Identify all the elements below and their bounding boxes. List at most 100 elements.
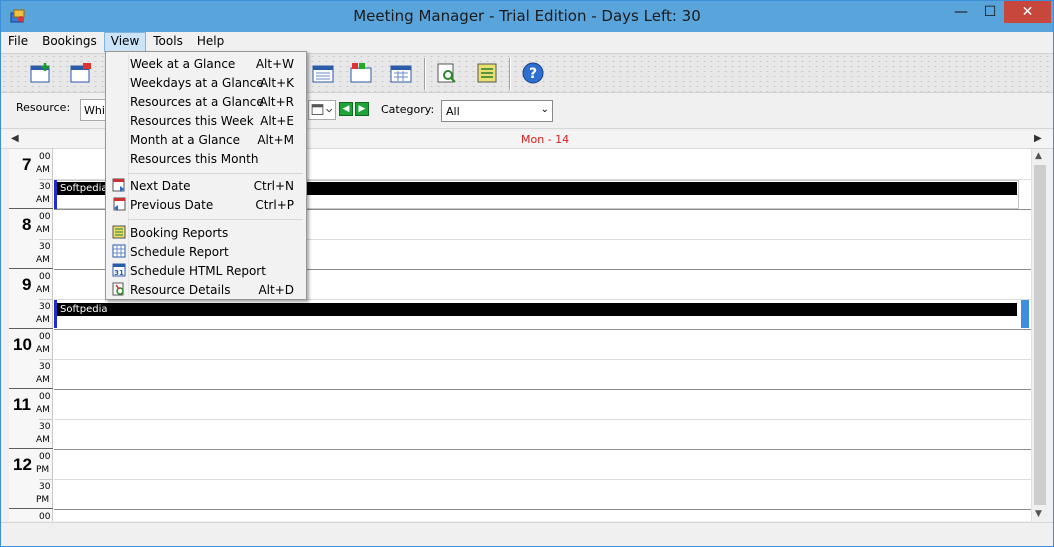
menu-item-resource-details[interactable]: Resource Details Alt+D: [108, 280, 304, 299]
maximize-button[interactable]: ☐: [976, 1, 1004, 23]
scroll-left-icon[interactable]: ◀: [11, 133, 19, 144]
hour-slot: 00: [9, 509, 53, 521]
menu-item-schedule-html-report[interactable]: 31 Schedule HTML Report: [108, 261, 304, 280]
scroll-up-icon[interactable]: ▲: [1035, 151, 1042, 161]
half-hour-minutes: 30: [39, 302, 51, 312]
new-booking-icon[interactable]: [29, 62, 53, 84]
toolbar-separator: [509, 58, 511, 90]
scrollbar-thumb[interactable]: [1034, 165, 1046, 505]
menu-item-week-at-a-glance[interactable]: Week at a Glance Alt+W: [108, 54, 304, 73]
hour-slot: 12 00 PM 30 PM: [9, 449, 53, 509]
half-hour-ampm: AM: [36, 435, 50, 445]
time-gutter: 7 00 AM 30 AM 8 00 AM 30 AM 9 00 AM 30 A…: [9, 149, 53, 521]
half-hour-ampm: AM: [36, 195, 50, 205]
menu-item-label: Resources at a Glance: [130, 95, 264, 109]
hour-ampm: AM: [36, 285, 50, 295]
minimize-button[interactable]: —: [947, 1, 975, 23]
menu-item-label: Weekdays at a Glance: [130, 76, 264, 90]
schedule-report-icon: [112, 244, 126, 258]
hour-slot: 8 00 AM 30 AM: [9, 209, 53, 269]
hour-line: [54, 329, 1031, 330]
half-hour-minutes: 30: [39, 182, 51, 192]
toolbar-separator: [424, 58, 426, 90]
scroll-down-icon[interactable]: ▼: [1035, 509, 1042, 519]
resources-view-icon[interactable]: [349, 62, 373, 84]
menu-item-next-date[interactable]: Next Date Ctrl+N: [108, 176, 304, 195]
menu-item-label: Next Date: [130, 179, 191, 193]
title-bar[interactable]: Meeting Manager - Trial Edition - Days L…: [1, 1, 1053, 32]
category-select[interactable]: All ⌄: [441, 100, 553, 122]
menu-item-resources-at-a-glance[interactable]: Resources at a Glance Alt+R: [108, 92, 304, 111]
menu-item-shortcut: Alt+E: [260, 114, 294, 128]
next-date-button[interactable]: ▶: [355, 102, 369, 116]
calendar-next-icon: [112, 178, 125, 192]
hour-ampm: AM: [36, 345, 50, 355]
menu-item-schedule-report[interactable]: Schedule Report: [108, 242, 304, 261]
hour-ampm: AM: [36, 405, 50, 415]
edit-booking-icon[interactable]: [69, 62, 93, 84]
hour-number: 9: [22, 275, 32, 294]
menu-help[interactable]: Help: [190, 32, 231, 52]
day-label: Mon - 14: [521, 133, 570, 146]
half-hour-ampm: AM: [36, 315, 50, 325]
booking-item[interactable]: Softpedia: [57, 303, 1017, 316]
resource-details-icon: [112, 282, 124, 296]
date-picker-icon[interactable]: [308, 100, 336, 120]
menu-bookings[interactable]: Bookings: [35, 32, 104, 52]
half-hour-divider: [39, 479, 53, 480]
menu-separator: [128, 173, 303, 174]
view-menu-dropdown: Week at a Glance Alt+W Weekdays at a Gla…: [105, 51, 307, 300]
svg-text:31: 31: [114, 269, 124, 277]
menu-item-shortcut: Alt+K: [259, 76, 294, 90]
hour-minutes: 00: [39, 272, 51, 282]
menu-separator: [128, 219, 303, 220]
search-report-icon[interactable]: [435, 62, 459, 84]
menu-bar: File Bookings View Tools Help: [1, 32, 1053, 52]
menu-item-resources-this-month[interactable]: Resources this Month: [108, 149, 304, 168]
hour-minutes: 00: [39, 332, 51, 342]
hour-slot: 7 00 AM 30 AM: [9, 149, 53, 209]
half-hour-ampm: PM: [36, 495, 50, 505]
month-view-icon[interactable]: [389, 62, 413, 84]
menu-file[interactable]: File: [1, 32, 35, 52]
half-hour-ampm: AM: [36, 375, 50, 385]
menu-item-label: Week at a Glance: [130, 57, 236, 71]
status-bar: [1, 522, 1053, 546]
slot-line: [54, 359, 1031, 360]
booking-selection-accent: [1021, 300, 1029, 328]
menu-item-previous-date[interactable]: Previous Date Ctrl+P: [108, 195, 304, 214]
vertical-scrollbar[interactable]: ▲ ▼: [1031, 149, 1048, 521]
half-hour-divider: [39, 299, 53, 300]
hour-ampm: PM: [36, 465, 50, 475]
half-hour-minutes: 30: [39, 422, 51, 432]
menu-view[interactable]: View: [103, 32, 147, 52]
half-hour-divider: [39, 419, 53, 420]
scroll-right-icon[interactable]: ▶: [1034, 133, 1042, 144]
hour-line: [54, 389, 1031, 390]
hour-line: [54, 449, 1031, 450]
hour-slot: 11 00 AM 30 AM: [9, 389, 53, 449]
half-hour-ampm: AM: [36, 255, 50, 265]
close-button[interactable]: ✕: [1004, 1, 1051, 23]
menu-item-shortcut: Alt+R: [259, 95, 294, 109]
week-view-icon[interactable]: [311, 62, 335, 84]
menu-item-resources-this-week[interactable]: Resources this Week Alt+E: [108, 111, 304, 130]
menu-item-booking-reports[interactable]: Booking Reports: [108, 223, 304, 242]
menu-item-label: Previous Date: [130, 198, 214, 212]
menu-tools[interactable]: Tools: [146, 32, 190, 52]
hour-slot: 9 00 AM 30 AM: [9, 269, 53, 329]
hour-minutes: 00: [39, 152, 51, 162]
menu-item-weekdays-at-a-glance[interactable]: Weekdays at a Glance Alt+K: [108, 73, 304, 92]
menu-item-label: Schedule Report: [130, 245, 229, 259]
chevron-down-icon: ⌄: [540, 104, 549, 115]
booking-report-icon[interactable]: [475, 62, 499, 84]
menu-item-shortcut: Alt+M: [257, 133, 294, 147]
menu-item-month-at-a-glance[interactable]: Month at a Glance Alt+M: [108, 130, 304, 149]
slot-line: [54, 419, 1031, 420]
half-hour-divider: [39, 359, 53, 360]
category-label: Category:: [381, 103, 435, 116]
previous-date-button[interactable]: ◀: [339, 102, 353, 116]
help-icon[interactable]: ?: [521, 62, 545, 84]
hour-minutes: 00: [39, 512, 51, 521]
hour-number: 10: [13, 335, 32, 354]
